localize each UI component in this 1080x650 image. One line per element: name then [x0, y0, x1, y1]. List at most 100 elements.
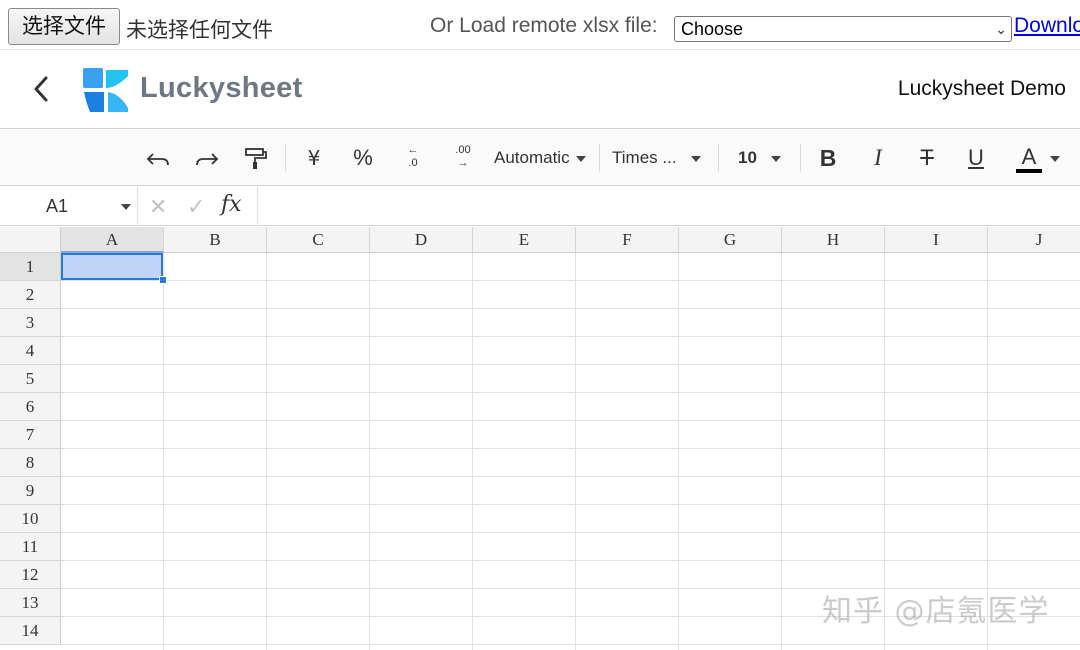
row-header-3[interactable]: 3: [0, 309, 61, 337]
column-header-g[interactable]: G: [679, 227, 782, 253]
app-header: Luckysheet Luckysheet Demo: [0, 50, 1080, 129]
grid-hline: [61, 392, 1080, 393]
grid-hline: [61, 532, 1080, 533]
chevron-down-icon: ⌄: [995, 21, 1007, 37]
column-header-d[interactable]: D: [370, 227, 473, 253]
watermark: 知乎 @店氪医学: [822, 594, 1050, 629]
text-color-label: A: [1016, 145, 1042, 173]
choose-file-button[interactable]: 选择文件: [8, 8, 120, 45]
grid-hline: [61, 448, 1080, 449]
column-header-b[interactable]: B: [164, 227, 267, 253]
italic-button[interactable]: I: [864, 144, 892, 172]
number-format-dropdown[interactable]: Automatic: [494, 144, 590, 172]
row-header-4[interactable]: 4: [0, 337, 61, 365]
column-header-i[interactable]: I: [885, 227, 988, 253]
bold-button[interactable]: B: [814, 144, 842, 172]
row-header-13[interactable]: 13: [0, 589, 61, 617]
row-header-2[interactable]: 2: [0, 281, 61, 309]
format-painter-icon[interactable]: [242, 144, 270, 172]
column-header-h[interactable]: H: [782, 227, 885, 253]
demo-title: Luckysheet Demo: [897, 77, 1066, 100]
row-header-8[interactable]: 8: [0, 449, 61, 477]
strikethrough-button[interactable]: T: [913, 144, 941, 172]
grid-vline: [575, 253, 576, 650]
number-format-value: Automatic: [494, 148, 570, 167]
fill-handle[interactable]: [159, 276, 167, 284]
caret-down-icon: [770, 155, 781, 162]
redo-icon[interactable]: [193, 144, 221, 172]
percent-format-button[interactable]: %: [348, 144, 378, 172]
column-header-j[interactable]: J: [988, 227, 1080, 253]
row-header-7[interactable]: 7: [0, 421, 61, 449]
file-bar: 选择文件 未选择任何文件 Or Load remote xlsx file: C…: [0, 0, 1080, 50]
row-header-9[interactable]: 9: [0, 477, 61, 505]
caret-down-icon: [121, 204, 131, 210]
font-family-value: Times ...: [612, 148, 677, 167]
logo-text: Luckysheet: [140, 72, 303, 104]
text-color-button[interactable]: A: [1016, 144, 1076, 173]
formula-divider: [257, 187, 258, 226]
download-link[interactable]: Download: [1014, 14, 1080, 38]
grid-vline: [678, 253, 679, 650]
caret-down-icon: [690, 155, 701, 162]
toolbar-divider: [599, 144, 600, 172]
grid-hline: [61, 504, 1080, 505]
grid-vline: [781, 253, 782, 650]
grid-vline: [163, 253, 164, 650]
grid-vline: [266, 253, 267, 650]
grid-hline: [61, 560, 1080, 561]
arrow-right-icon: →: [457, 157, 469, 169]
remote-file-select[interactable]: Choose ⌄: [674, 16, 1012, 42]
decrease-decimal-button[interactable]: ← .0: [398, 144, 428, 172]
grid-hline: [61, 644, 1080, 645]
cancel-edit-icon[interactable]: ✕: [149, 194, 167, 220]
column-header-e[interactable]: E: [473, 227, 576, 253]
column-header-a[interactable]: A: [61, 227, 164, 253]
grid-vline: [472, 253, 473, 650]
toolbar-divider: [285, 144, 286, 172]
formula-input[interactable]: [262, 187, 1080, 226]
grid-hline: [61, 420, 1080, 421]
underline-button[interactable]: U: [962, 144, 990, 172]
decrease-decimal-label: .0: [408, 157, 418, 169]
column-header-c[interactable]: C: [267, 227, 370, 253]
back-arrow-icon[interactable]: [28, 74, 54, 104]
column-header-f[interactable]: F: [576, 227, 679, 253]
file-status-text: 未选择任何文件: [126, 18, 273, 42]
arrow-left-icon: ←: [407, 144, 419, 156]
row-header-6[interactable]: 6: [0, 393, 61, 421]
cell-reference: A1: [46, 196, 69, 216]
undo-icon[interactable]: [144, 144, 172, 172]
toolbar: ¥ % ← .0 .00 → Automatic Times ... 10 B …: [0, 130, 1080, 186]
caret-down-icon: [1050, 155, 1060, 162]
grid-vline: [369, 253, 370, 650]
grid-hline: [61, 364, 1080, 365]
function-icon[interactable]: fx: [221, 192, 242, 217]
toolbar-divider: [800, 144, 801, 172]
select-all-corner[interactable]: [0, 227, 61, 253]
row-header-11[interactable]: 11: [0, 533, 61, 561]
row-header-10[interactable]: 10: [0, 505, 61, 533]
grid-hline: [61, 336, 1080, 337]
grid-hline: [61, 280, 1080, 281]
confirm-edit-icon[interactable]: ✓: [187, 194, 205, 220]
caret-down-icon: [575, 155, 586, 162]
row-header-1[interactable]: 1: [0, 253, 61, 281]
selected-cell[interactable]: [61, 253, 163, 280]
row-header-12[interactable]: 12: [0, 561, 61, 589]
toolbar-divider: [718, 144, 719, 172]
formula-bar: A1 ✕ ✓ fx: [0, 187, 1080, 226]
font-family-dropdown[interactable]: Times ...: [612, 144, 712, 172]
cell-name-box[interactable]: A1: [0, 187, 138, 226]
remote-select-value: Choose: [681, 19, 744, 39]
row-header-14[interactable]: 14: [0, 617, 61, 645]
grid-hline: [61, 476, 1080, 477]
grid-hline: [61, 308, 1080, 309]
luckysheet-logo-icon: [82, 66, 130, 114]
font-size-dropdown[interactable]: 10: [738, 144, 794, 172]
row-header-5[interactable]: 5: [0, 365, 61, 393]
remote-file-label: Or Load remote xlsx file:: [430, 14, 658, 37]
increase-decimal-label: .00: [455, 144, 471, 156]
increase-decimal-button[interactable]: .00 →: [448, 144, 478, 172]
currency-format-button[interactable]: ¥: [300, 144, 328, 172]
